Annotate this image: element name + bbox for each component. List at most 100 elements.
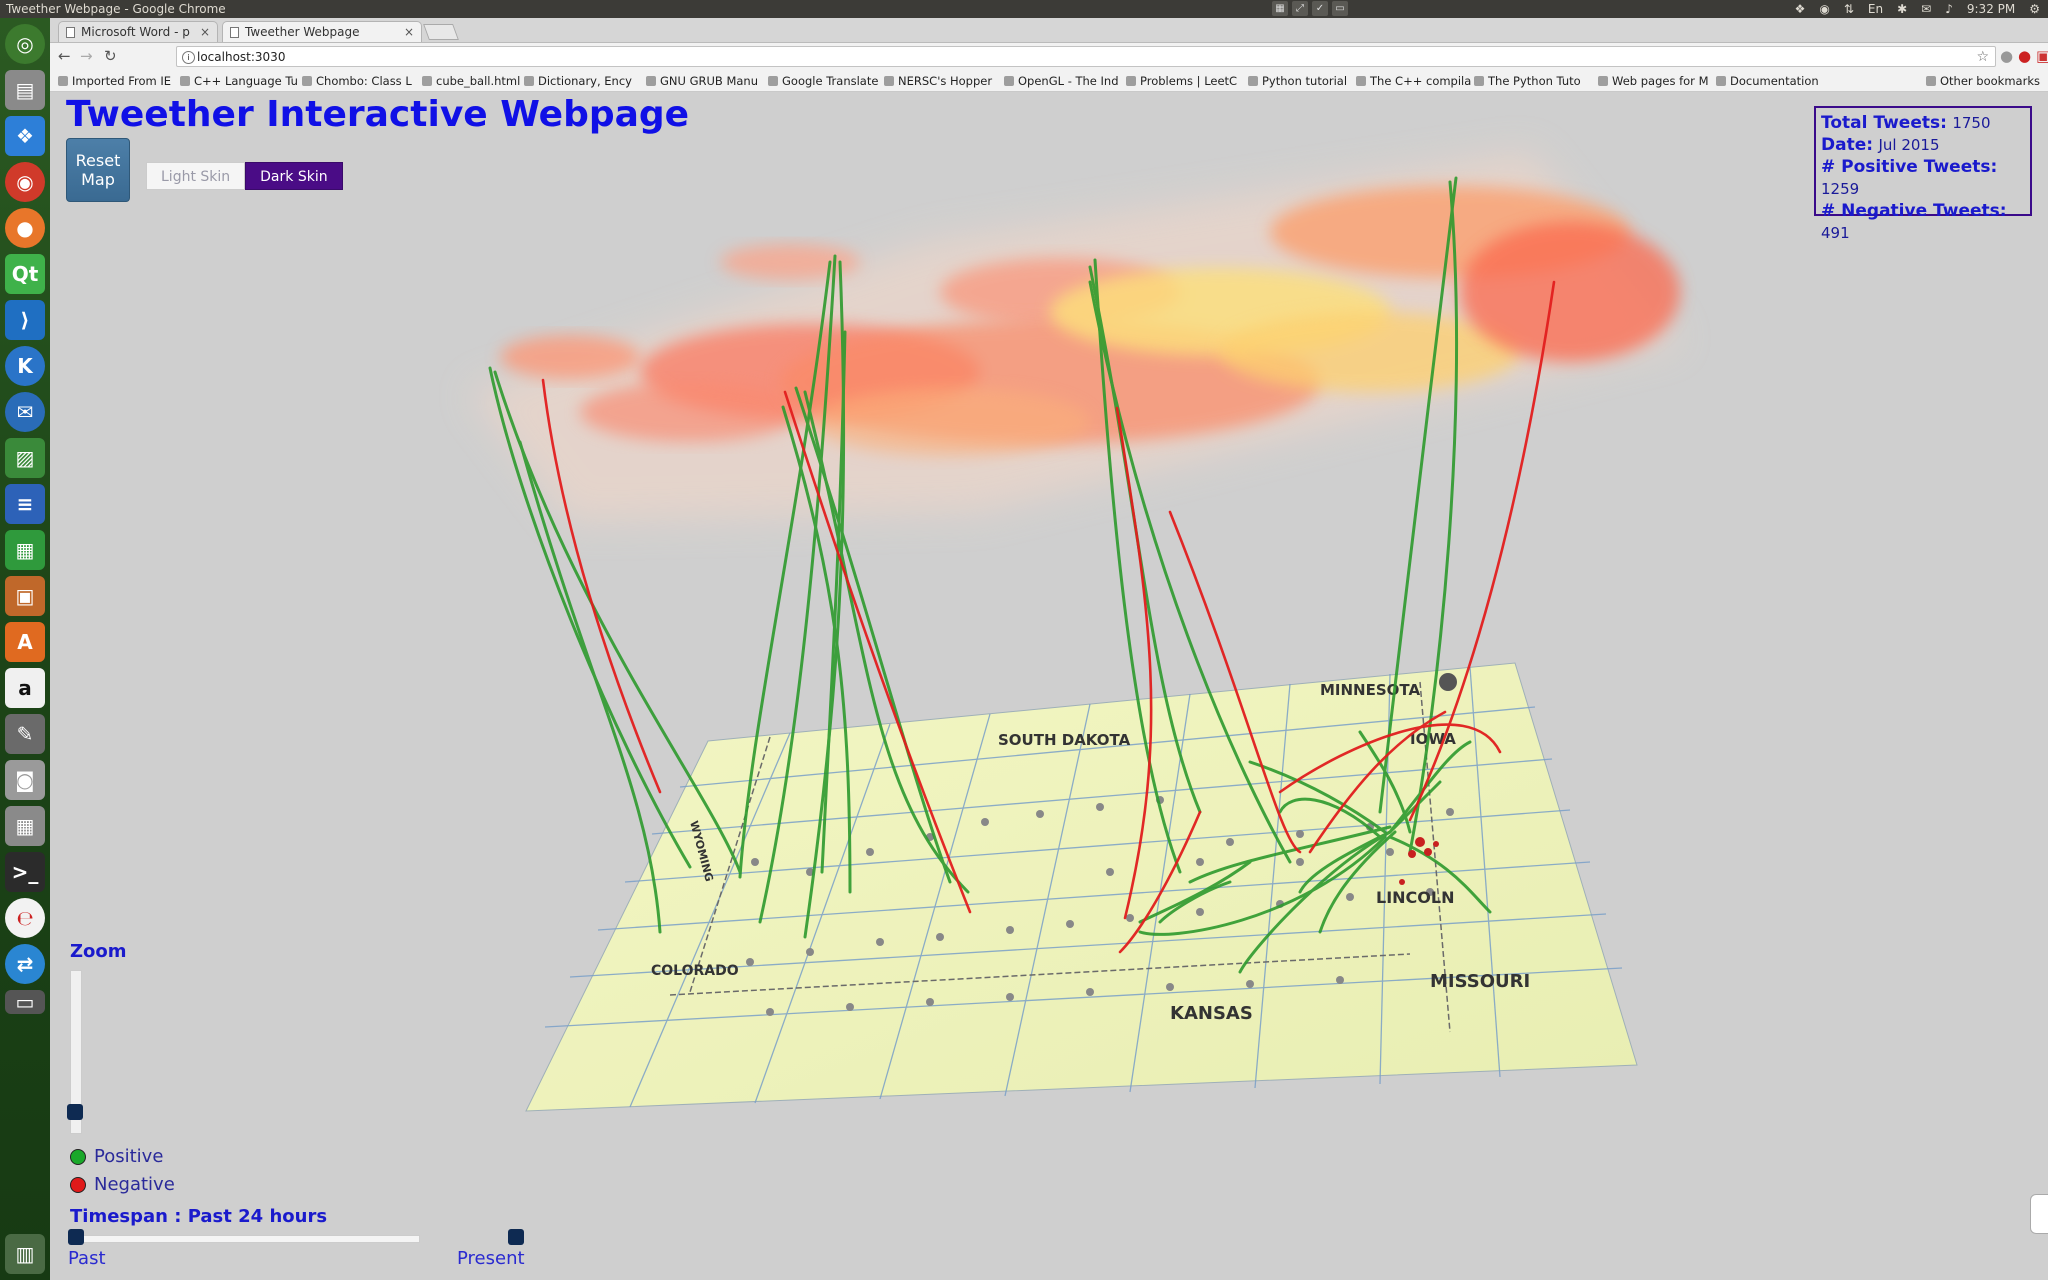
other-bookmarks[interactable]: Other bookmarks xyxy=(1926,71,2040,91)
dropbox-icon[interactable]: ❖ xyxy=(1795,0,1806,18)
bookmark-item[interactable]: Web pages for M xyxy=(1598,71,1709,91)
3d-map-scene[interactable]: SOUTH DAKOTA MINNESOTA IOWA LINCOLN COLO… xyxy=(50,92,2048,1280)
window-buttons: ▦ ⤢ ✓ ▭ xyxy=(1272,1,1348,16)
files-icon[interactable]: ▤ xyxy=(5,70,45,110)
close-icon[interactable]: × xyxy=(200,22,210,42)
bookmark-item[interactable]: Imported From IE xyxy=(58,71,171,91)
bookmark-star-icon[interactable]: ☆ xyxy=(1976,47,1989,68)
chrome-extension-icon[interactable]: ▣ xyxy=(2036,47,2048,65)
network-icon[interactable]: ⇅ xyxy=(1844,0,1854,18)
bookmark-item[interactable]: C++ Language Tu xyxy=(180,71,298,91)
chat-icon[interactable]: ◉ xyxy=(1819,0,1829,18)
bookmark-item[interactable]: Python tutorial xyxy=(1248,71,1347,91)
forward-icon[interactable]: → xyxy=(80,47,93,65)
timespan-past-label: Past xyxy=(68,1248,106,1269)
window-check-icon[interactable]: ✓ xyxy=(1312,1,1328,16)
mail-icon[interactable]: ✉ xyxy=(1921,0,1931,18)
settings-gear-icon[interactable]: ⚙ xyxy=(2029,0,2040,18)
teamviewer-icon[interactable]: ⇄ xyxy=(5,944,45,984)
page-content: SOUTH DAKOTA MINNESOTA IOWA LINCOLN COLO… xyxy=(50,92,2048,1280)
bookmark-item[interactable]: Documentation xyxy=(1716,71,1819,91)
dark-skin-button[interactable]: Dark Skin xyxy=(245,162,343,190)
system-tray: ❖ ◉ ⇅ En ✱ ✉ ♪ 9:32 PM ⚙ xyxy=(1795,0,2040,18)
timespan-present-label: Present xyxy=(457,1248,525,1269)
map-plane[interactable]: SOUTH DAKOTA MINNESOTA IOWA LINCOLN COLO… xyxy=(525,662,1638,1112)
vscode-icon[interactable]: ⟩ xyxy=(5,300,45,340)
extension-icon[interactable]: ● xyxy=(2000,47,2013,65)
workspace-icon[interactable]: ▭ xyxy=(5,990,45,1014)
volume-icon[interactable]: ♪ xyxy=(1945,0,1953,18)
legend-negative: Negative xyxy=(70,1174,175,1195)
bookmark-item[interactable]: Dictionary, Ency xyxy=(524,71,632,91)
trash-icon[interactable]: ▥ xyxy=(5,1234,45,1274)
light-skin-button[interactable]: Light Skin xyxy=(146,162,246,190)
side-chat-widget[interactable] xyxy=(2030,1194,2048,1234)
tab-tweether[interactable]: Tweether Webpage × xyxy=(222,21,422,42)
new-tab-button[interactable] xyxy=(423,24,459,40)
negative-dot-icon xyxy=(70,1176,86,1193)
calculator-icon[interactable]: ▦ xyxy=(5,806,45,846)
bookmark-item[interactable]: The Python Tuto xyxy=(1474,71,1581,91)
system-settings-icon[interactable]: ✎ xyxy=(5,714,45,754)
amazon-icon[interactable]: a xyxy=(5,668,45,708)
page-icon xyxy=(230,27,239,38)
clock[interactable]: 9:32 PM xyxy=(1967,0,2015,18)
positive-tweets-label: # Positive Tweets: xyxy=(1821,157,1998,177)
negative-tweets-value: 491 xyxy=(1821,224,1850,242)
timespan-slider[interactable] xyxy=(74,1235,420,1243)
impress-icon[interactable]: ▣ xyxy=(5,576,45,616)
close-icon[interactable]: × xyxy=(404,22,414,42)
camera-icon[interactable]: ◙ xyxy=(5,760,45,800)
bluetooth-icon[interactable]: ✱ xyxy=(1897,0,1907,18)
image-viewer-icon[interactable]: ▨ xyxy=(5,438,45,478)
back-icon[interactable]: ← xyxy=(58,47,71,65)
tab-word[interactable]: Microsoft Word - p × xyxy=(58,21,218,42)
bookmark-item[interactable]: The C++ compila xyxy=(1356,71,1471,91)
window-title: Tweether Webpage - Google Chrome xyxy=(6,2,226,16)
bookmark-item[interactable]: Chombo: Class L xyxy=(302,71,412,91)
bookmark-item[interactable]: cube_ball.html xyxy=(422,71,520,91)
positive-tweets-value: 1259 xyxy=(1821,180,1860,198)
bookmark-item[interactable]: NERSC's Hopper xyxy=(884,71,992,91)
skin-toggle: Light Skin Dark Skin xyxy=(146,162,343,190)
bookmark-item[interactable]: OpenGL - The Ind xyxy=(1004,71,1119,91)
writer-icon[interactable]: ≡ xyxy=(5,484,45,524)
timespan-label: Timespan : Past 24 hours xyxy=(70,1206,328,1227)
window-expand-icon[interactable]: ⤢ xyxy=(1292,1,1308,16)
tab-label: Tweether Webpage xyxy=(245,25,360,39)
tweet-stats-panel: Total Tweets: 1750 Date: Jul 2015 # Posi… xyxy=(1814,106,2032,242)
info-icon[interactable]: i xyxy=(182,51,195,64)
bookmarks-bar: Imported From IE C++ Language Tu Chombo:… xyxy=(50,71,2048,92)
bookmark-item[interactable]: Google Translate xyxy=(768,71,878,91)
sentiment-heat-layer xyxy=(470,152,1680,522)
adblock-icon[interactable]: ● xyxy=(2018,47,2031,65)
kde-icon[interactable]: K xyxy=(5,346,45,386)
software-center-icon[interactable]: A xyxy=(5,622,45,662)
map-compass-icon xyxy=(1439,673,1457,691)
pdf-reader-icon[interactable]: ℮ xyxy=(5,898,45,938)
url-input[interactable]: i localhost:3030 ☆ xyxy=(176,46,1996,67)
app-launcher: ◎ ▤ ❖ ◉ ● Qt ⟩ K ✉ ▨ ≡ ▦ ▣ A a ✎ ◙ ▦ >_ … xyxy=(0,18,50,1280)
firefox-icon[interactable]: ● xyxy=(5,208,45,248)
keyboard-lang[interactable]: En xyxy=(1868,0,1883,18)
calc-icon[interactable]: ▦ xyxy=(5,530,45,570)
page-title: Tweether Interactive Webpage xyxy=(66,94,690,135)
dash-icon[interactable]: ◎ xyxy=(5,24,45,64)
bookmark-item[interactable]: GNU GRUB Manu xyxy=(646,71,758,91)
reset-map-button[interactable]: Reset Map xyxy=(66,138,130,202)
os-top-bar: Tweether Webpage - Google Chrome ▦ ⤢ ✓ ▭… xyxy=(0,0,2048,18)
timespan-end-handle[interactable] xyxy=(508,1229,524,1245)
zoom-slider-handle[interactable] xyxy=(67,1104,83,1120)
total-tweets-value: 1750 xyxy=(1952,114,1991,132)
reload-icon[interactable]: ↻ xyxy=(104,47,117,65)
bookmark-item[interactable]: Problems | LeetC xyxy=(1126,71,1237,91)
dropbox-app-icon[interactable]: ❖ xyxy=(5,116,45,156)
qt-creator-icon[interactable]: Qt xyxy=(5,254,45,294)
window-display-icon[interactable]: ▭ xyxy=(1332,1,1348,16)
window-grid-icon[interactable]: ▦ xyxy=(1272,1,1288,16)
thunderbird-icon[interactable]: ✉ xyxy=(5,392,45,432)
chrome-icon[interactable]: ◉ xyxy=(5,162,45,202)
timespan-start-handle[interactable] xyxy=(68,1229,84,1245)
map-label-kansas: KANSAS xyxy=(1170,1003,1253,1024)
terminal-icon[interactable]: >_ xyxy=(5,852,45,892)
